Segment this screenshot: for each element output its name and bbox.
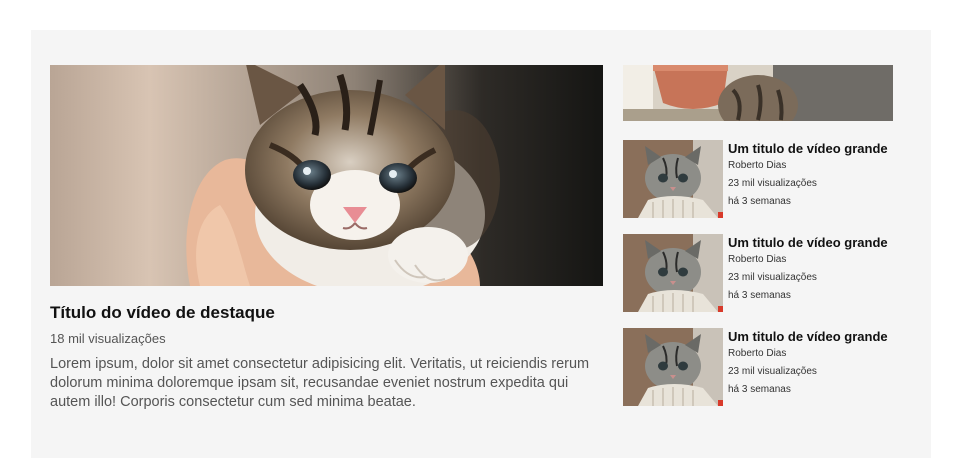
featured-video-views: 18 mil visualizações [50,331,166,346]
video-age: há 3 semanas [728,290,791,301]
video-channel: Roberto Dias [728,254,787,265]
video-title[interactable]: Um titulo de vídeo grande [728,140,898,157]
video-list: Um titulo de vídeo grande Roberto Dias 2… [623,65,898,406]
video-list-item[interactable]: Um titulo de vídeo grande Roberto Dias 2… [623,328,898,406]
video-thumbnail[interactable] [623,140,723,218]
video-info: Um titulo de vídeo grande Roberto Dias 2… [728,328,898,399]
featured-video-description: Lorem ipsum, dolor sit amet consectetur … [50,356,590,410]
video-views: 23 mil visualizações [728,178,817,189]
video-title[interactable]: Um titulo de vídeo grande [728,328,898,345]
video-channel: Roberto Dias [728,348,787,359]
video-list-item[interactable]: Um titulo de vídeo grande Roberto Dias 2… [623,140,898,218]
video-info: Um titulo de vídeo grande Roberto Dias 2… [728,140,898,211]
featured-video: Título do vídeo de destaque 18 mil visua… [50,65,603,412]
video-panel: Título do vídeo de destaque 18 mil visua… [31,30,931,458]
video-list-item[interactable]: Um titulo de vídeo grande Roberto Dias 2… [623,234,898,312]
video-info: Um titulo de vídeo grande Roberto Dias 2… [728,234,898,305]
video-title[interactable]: Um titulo de vídeo grande [728,234,898,251]
video-age: há 3 semanas [728,384,791,395]
featured-video-thumbnail[interactable] [50,65,603,286]
video-channel: Roberto Dias [728,160,787,171]
featured-video-title[interactable]: Título do vídeo de destaque [50,303,603,323]
partial-video-thumbnail[interactable] [623,65,893,121]
video-views: 23 mil visualizações [728,366,817,377]
video-thumbnail[interactable] [623,234,723,312]
video-views: 23 mil visualizações [728,272,817,283]
video-thumbnail[interactable] [623,328,723,406]
video-age: há 3 semanas [728,196,791,207]
